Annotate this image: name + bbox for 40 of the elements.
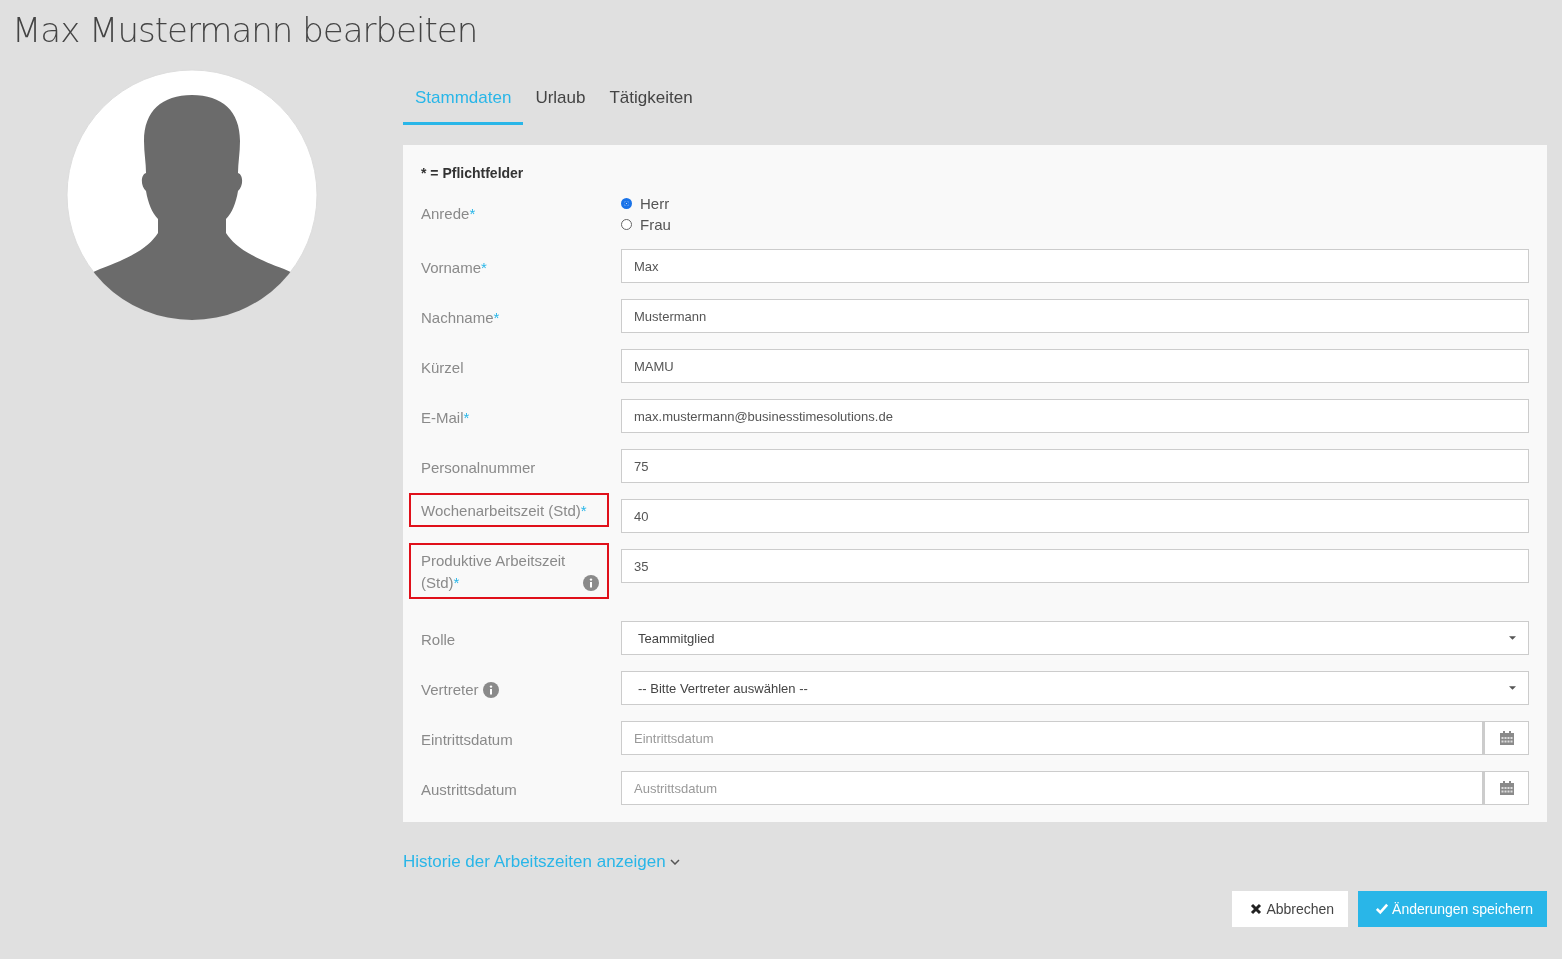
text-field[interactable]: Max	[621, 249, 1529, 283]
field-label: Vorname*	[421, 258, 487, 278]
info-icon[interactable]	[583, 575, 599, 591]
dropdown[interactable]: Teammitglied	[621, 621, 1529, 655]
close-icon	[1250, 903, 1263, 915]
calendar-icon	[1499, 781, 1514, 795]
calendar-button[interactable]	[1483, 721, 1529, 755]
field-label: E-Mail*	[421, 408, 470, 428]
tab[interactable]: Tätigkeiten	[597, 82, 705, 125]
chevron-down-icon	[669, 859, 680, 865]
caret-icon	[1509, 686, 1516, 690]
text-field[interactable]: Mustermann	[621, 299, 1529, 333]
radio-option[interactable]: Herr	[621, 195, 1529, 212]
field-label: Austrittsdatum	[421, 780, 517, 800]
cancel-button[interactable]: Abbrechen	[1232, 891, 1349, 927]
field-label: Kürzel	[421, 358, 464, 378]
text-field[interactable]: 35	[621, 549, 1529, 583]
field-label: Rolle	[421, 630, 456, 650]
text-field[interactable]: 40	[621, 499, 1529, 533]
field-label: Anrede*	[421, 204, 476, 224]
field-label: Nachname*	[421, 308, 500, 328]
text-field[interactable]: 75	[621, 449, 1529, 483]
avatar-silhouette-icon	[66, 69, 318, 321]
calendar-button[interactable]	[1483, 771, 1529, 805]
field-label: Eintrittsdatum	[421, 730, 513, 750]
radio-option[interactable]: Frau	[621, 216, 1529, 233]
dropdown[interactable]: -- Bitte Vertreter auswählen --	[621, 671, 1529, 705]
text-field[interactable]: MAMU	[621, 349, 1529, 383]
field-label: Produktive Arbeitszeit (Std)*	[421, 551, 567, 593]
page-title: Max Mustermann bearbeiten	[12, 9, 479, 52]
tab[interactable]: Urlaub	[523, 82, 598, 125]
calendar-icon	[1499, 731, 1514, 745]
checkmark-icon	[1376, 903, 1389, 915]
required-legend: * = Pflichtfelder	[421, 165, 1529, 181]
text-field[interactable]: max.mustermann@businesstimesolutions.de	[621, 399, 1529, 433]
field-label: Wochenarbeitszeit (Std)*	[421, 501, 587, 521]
field-label: Personalnummer	[421, 458, 536, 478]
caret-icon	[1509, 636, 1516, 640]
info-icon[interactable]	[482, 682, 499, 698]
field-label: Vertreter	[421, 680, 479, 700]
